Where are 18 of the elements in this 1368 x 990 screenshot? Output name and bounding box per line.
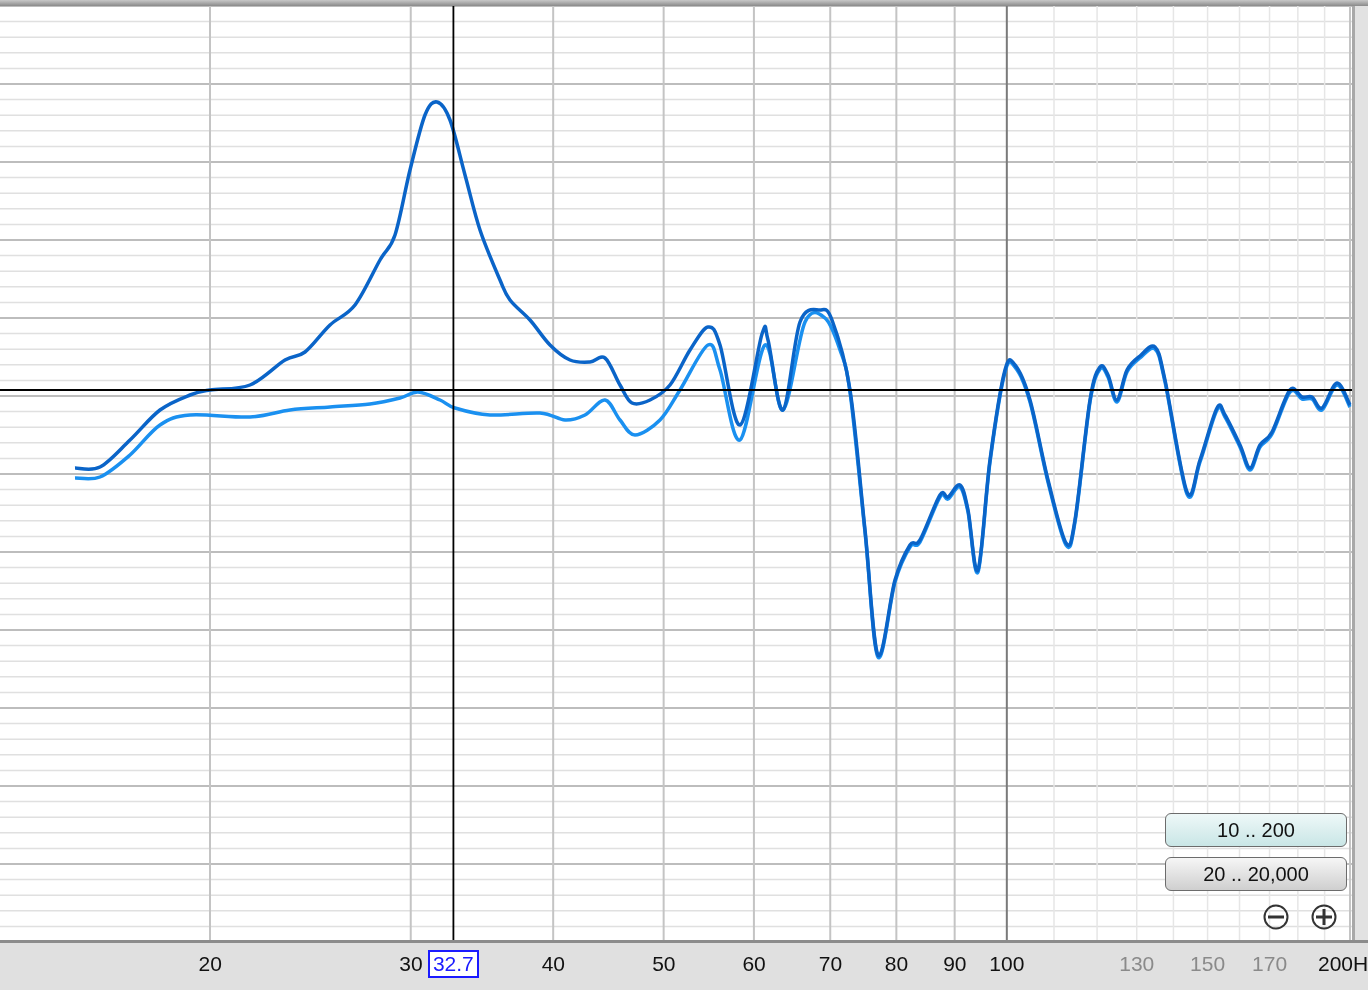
- axis-label: 200H: [1318, 952, 1368, 976]
- axis-label: 40: [541, 952, 566, 976]
- cursor-readout: 32.7: [427, 950, 479, 978]
- range-button[interactable]: 20 .. 20,000: [1165, 857, 1347, 891]
- axis-label: 170: [1252, 952, 1288, 976]
- axis-label: 60: [742, 952, 766, 976]
- zoom-in-icon[interactable]: [1311, 904, 1337, 930]
- zoom-out-icon[interactable]: [1263, 904, 1289, 930]
- range-button[interactable]: 10 .. 200: [1165, 813, 1347, 847]
- axis-label: 80: [884, 952, 909, 976]
- axis-label: 150: [1190, 952, 1226, 976]
- axis-label: 100: [989, 952, 1025, 976]
- axis-label: 20: [198, 952, 222, 976]
- axis-label: 130: [1119, 952, 1155, 976]
- axis-label: 90: [943, 952, 967, 976]
- axis-label: 30: [399, 952, 423, 976]
- axis-label: 50: [652, 952, 676, 976]
- axis-label: 70: [818, 952, 843, 976]
